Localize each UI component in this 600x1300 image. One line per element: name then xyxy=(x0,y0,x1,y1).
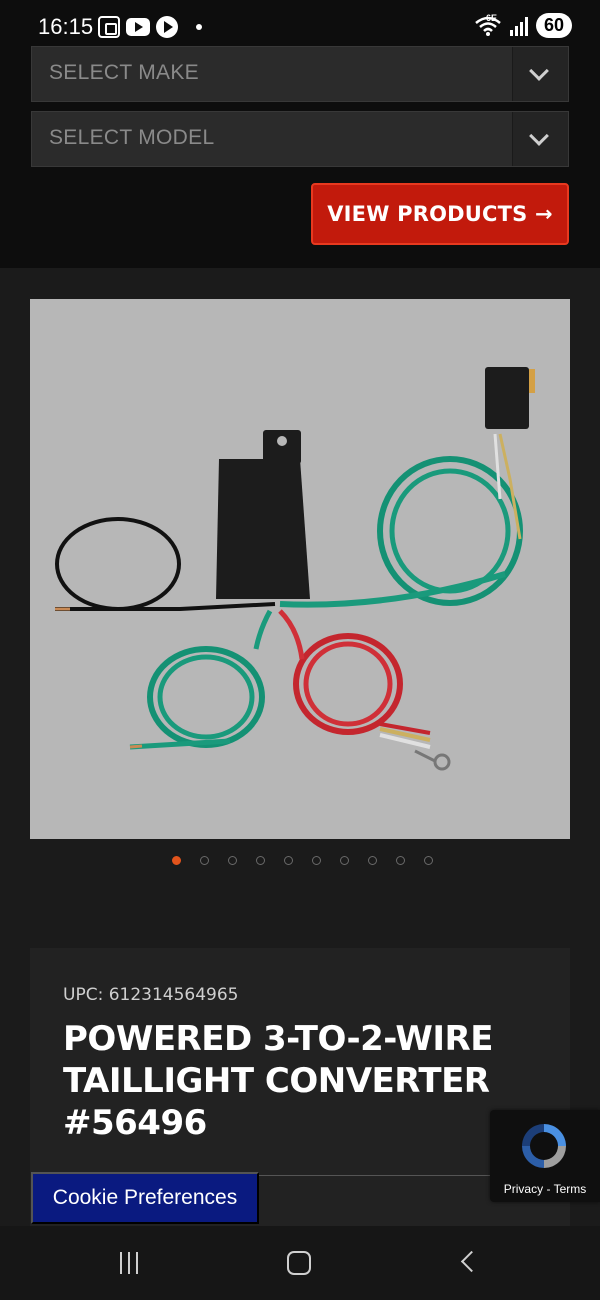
product-title-line: TAILLIGHT CONVERTER xyxy=(63,1061,490,1101)
notification-icons xyxy=(98,16,202,38)
product-upc: UPC: 612314564965 xyxy=(63,985,239,1005)
privacy-link[interactable]: Privacy xyxy=(504,1182,543,1196)
select-model-label: SELECT MODEL xyxy=(49,126,215,149)
more-notifications-icon xyxy=(196,24,202,30)
back-icon[interactable] xyxy=(460,1250,483,1273)
status-time: 16:15 xyxy=(38,14,94,39)
wifi-label: 6E xyxy=(485,12,497,23)
play-icon xyxy=(156,16,178,38)
view-products-button[interactable]: VIEW PRODUCTS → xyxy=(311,183,569,245)
chevron-down-icon xyxy=(529,61,549,81)
carousel-dot[interactable] xyxy=(255,856,265,865)
recaptcha-badge[interactable]: Privacy - Terms xyxy=(490,1110,600,1202)
carousel-dot[interactable] xyxy=(283,856,293,865)
signal-icon xyxy=(509,16,528,36)
chevron-down-icon xyxy=(529,126,549,146)
recaptcha-links: Privacy - Terms xyxy=(490,1182,600,1196)
wifi-icon: 6E xyxy=(474,12,502,37)
terms-link[interactable]: Terms xyxy=(554,1182,587,1196)
link-separator: - xyxy=(543,1182,554,1196)
product-photo-illustration xyxy=(55,367,535,771)
recents-icon[interactable] xyxy=(120,1252,138,1274)
cookie-preferences-button[interactable]: Cookie Preferences xyxy=(31,1172,259,1224)
android-nav-bar xyxy=(0,1226,600,1300)
product-title-line: #56496 xyxy=(63,1103,207,1143)
carousel-dot[interactable] xyxy=(423,856,433,865)
battery-indicator: 60 xyxy=(535,13,572,38)
select-make-dropdown[interactable]: SELECT MAKE xyxy=(31,46,569,102)
carousel-dot[interactable] xyxy=(311,856,321,865)
select-make-toggle[interactable] xyxy=(512,47,568,101)
product-title-line: POWERED 3-TO-2-WIRE xyxy=(63,1019,493,1059)
product-image[interactable] xyxy=(30,299,570,839)
recaptcha-icon xyxy=(522,1124,566,1168)
screenshot-icon xyxy=(98,16,120,38)
carousel-dot[interactable] xyxy=(199,856,209,865)
carousel-dot[interactable] xyxy=(395,856,405,865)
select-make-label: SELECT MAKE xyxy=(49,61,199,84)
product-title: POWERED 3-TO-2-WIRE TAILLIGHT CONVERTER … xyxy=(63,1018,533,1144)
carousel-dot[interactable] xyxy=(171,856,181,865)
select-model-dropdown[interactable]: SELECT MODEL xyxy=(31,111,569,167)
vehicle-selector: SELECT MAKE SELECT MODEL VIEW PRODUCTS → xyxy=(0,46,600,268)
carousel-dot[interactable] xyxy=(227,856,237,865)
select-model-toggle[interactable] xyxy=(512,112,568,166)
youtube-icon xyxy=(126,18,150,36)
carousel-dots xyxy=(0,856,600,865)
home-icon[interactable] xyxy=(287,1251,311,1275)
carousel-dot[interactable] xyxy=(367,856,377,865)
system-status: 6E 60 xyxy=(474,13,572,38)
carousel-dot[interactable] xyxy=(339,856,349,865)
